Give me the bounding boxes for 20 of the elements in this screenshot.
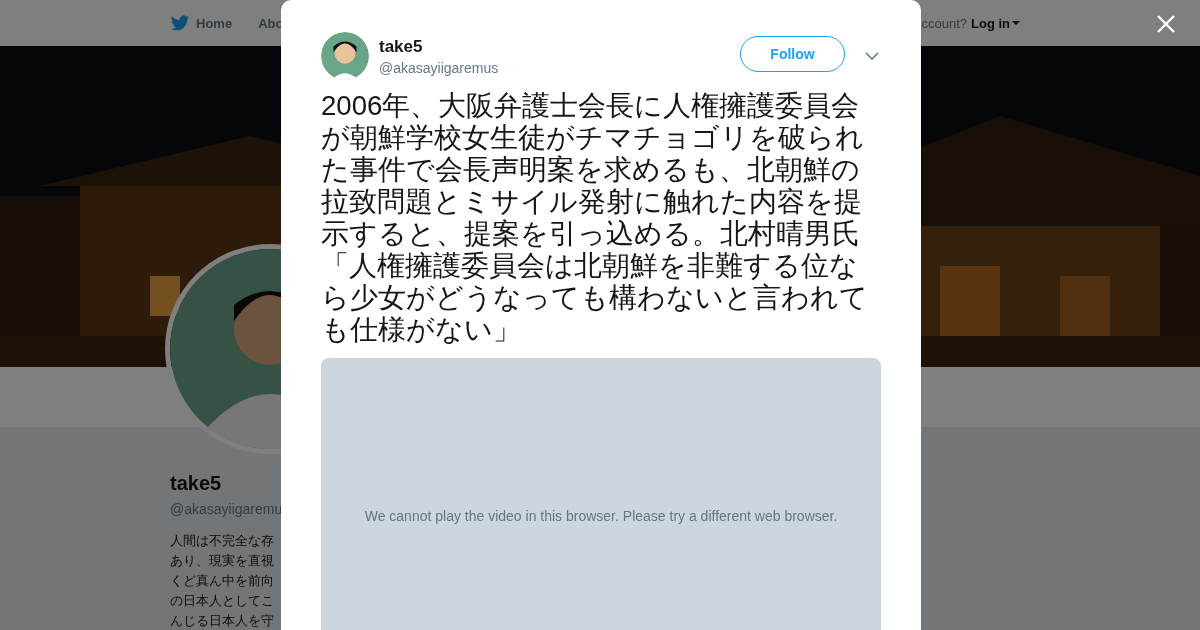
bio-line: くど真ん中を前向 [170,572,274,590]
profile-handle: @akasayiigaremu [170,501,283,517]
nav-link[interactable]: Home [170,14,233,32]
bio-line: の日本人としてこ [170,592,274,610]
author-avatar [321,32,369,80]
bio-line: あり、現実を直視 [170,552,274,570]
close-icon[interactable] [1156,14,1176,34]
bio-line: 人間は不完全な存 [170,532,274,550]
account-prompt: ccount? [921,15,967,31]
login-link[interactable]: Log in [971,15,1020,31]
author-handle[interactable]: @akasayiigaremus [379,59,740,76]
video-error-message: We cannot play the video in this browser. Please try a different web browser. [364,508,838,526]
author-name[interactable]: take5 [379,36,740,57]
chevron-down-icon[interactable] [865,52,879,60]
bird-icon [170,14,190,32]
caret-icon [1012,21,1020,25]
follow-button[interactable]: Follow [740,36,845,72]
tweet-text: 2006年、大阪弁護士会長に人権擁護委員会が朝鮮学校女生徒がチマチョゴリを破られた事件で会長声明案を求めるも、北朝鮮の拉致問題とミサイル発射に触れた内容を提示すると、提案を引っ込める。北村晴男氏「人権擁護委員会は北朝鮮を非難する位なら少女がどうなっても構わないと言われても仕様がない」 [321,90,869,346]
profile-name: take5 [170,472,222,495]
bio-line: んじる日本人を守 [170,612,274,630]
